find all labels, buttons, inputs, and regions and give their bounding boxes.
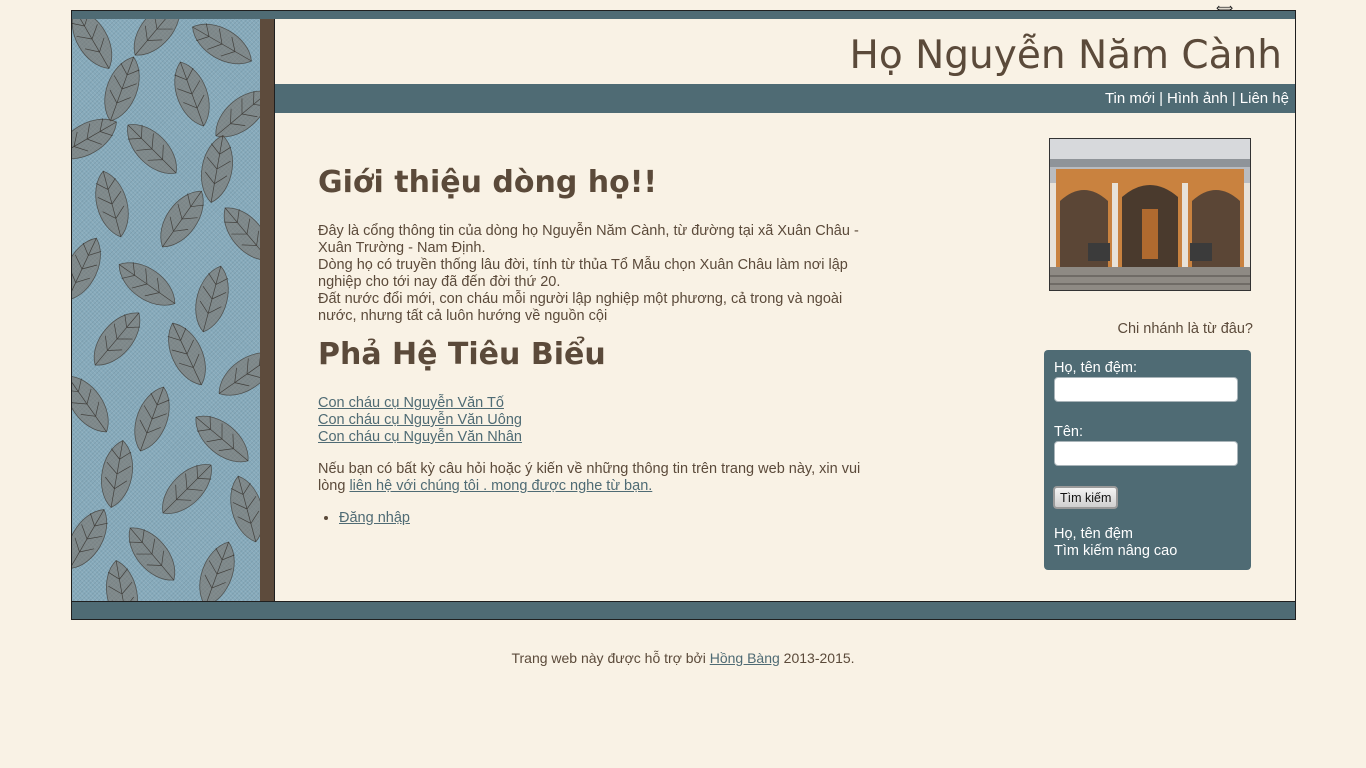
surname-label: Họ, tên đệm: [1054, 360, 1138, 376]
temple-image [1050, 139, 1250, 290]
intro-heading: Giới thiệu dòng họ!! [318, 165, 658, 200]
lineage-link-uong[interactable]: Con cháu cụ Nguyễn Văn Uông [318, 412, 878, 429]
contact-paragraph: Nếu bạn có bất kỳ câu hỏi hoặc ý kiến về… [318, 461, 878, 495]
page-frame: Họ Nguyễn Năm Cành Tin mới | Hình ảnh | Liên… [71, 10, 1296, 620]
leaf-pattern-image [72, 19, 260, 601]
main-content: Giới thiệu dòng họ!! Đây là cổng thông t… [318, 161, 878, 527]
given-name-input[interactable] [1054, 441, 1238, 466]
resize-icon: ⟺ [1216, 1, 1234, 15]
nav-link-contact[interactable]: Liên hệ [1240, 90, 1289, 107]
login-list-item: Đăng nhập [339, 510, 878, 527]
lineage-list: Con cháu cụ Nguyễn Văn Tố Con cháu cụ Ng… [318, 395, 878, 446]
page-footer: Trang web này được hỗ trợ bởi Hồng Bàng … [0, 650, 1366, 666]
branch-question: Chi nhánh là từ đâu? [1117, 321, 1253, 337]
lineage-link-nhan[interactable]: Con cháu cụ Nguyễn Văn Nhân [318, 429, 878, 446]
side-brown-bar [260, 19, 274, 601]
footer-suffix: 2013-2015. [779, 650, 855, 666]
bottom-strip [72, 601, 1295, 619]
intro-line-1: Đây là cổng thông tin của dòng họ Nguyễn… [318, 223, 859, 256]
footer-prefix: Trang web này được hỗ trợ bởi [511, 650, 710, 666]
login-list: Đăng nhập [318, 510, 878, 527]
given-name-label: Tên: [1054, 424, 1084, 440]
ancestral-temple-photo [1049, 138, 1251, 291]
nav-separator: | [1231, 90, 1236, 107]
nav-link-news[interactable]: Tin mới [1105, 90, 1155, 107]
lineage-heading: Phả Hệ Tiêu Biểu [318, 337, 606, 372]
nav-links: Tin mới | Hình ảnh | Liên hệ [1105, 90, 1289, 107]
footer-link[interactable]: Hồng Bàng [710, 650, 780, 666]
login-link[interactable]: Đăng nhập [339, 510, 410, 526]
site-title: Họ Nguyễn Năm Cành [849, 33, 1282, 78]
nav-separator: | [1159, 90, 1163, 107]
top-nav-bar: Tin mới | Hình ảnh | Liên hệ [275, 84, 1295, 113]
search-panel: Họ, tên đệm: Tên: Tìm kiếm Họ, tên đệm T… [1044, 350, 1251, 570]
lineage-link-to[interactable]: Con cháu cụ Nguyễn Văn Tố [318, 395, 878, 412]
surname-search-link[interactable]: Họ, tên đệm [1054, 526, 1133, 542]
advanced-search-link[interactable]: Tìm kiếm nâng cao [1054, 543, 1177, 559]
surname-input[interactable] [1054, 377, 1238, 402]
nav-link-photos[interactable]: Hình ảnh [1167, 90, 1228, 107]
intro-line-2: Dòng họ có truyền thống lâu đời, tính từ… [318, 257, 848, 290]
search-button[interactable]: Tìm kiếm [1053, 486, 1119, 509]
contact-us-link[interactable]: liên hệ với chúng tôi . mong được nghe t… [349, 478, 652, 494]
top-strip [72, 11, 1295, 19]
intro-line-3: Đất nước đổi mới, con cháu mỗi người lập… [318, 291, 843, 324]
leaf-pattern-panel [72, 19, 260, 601]
